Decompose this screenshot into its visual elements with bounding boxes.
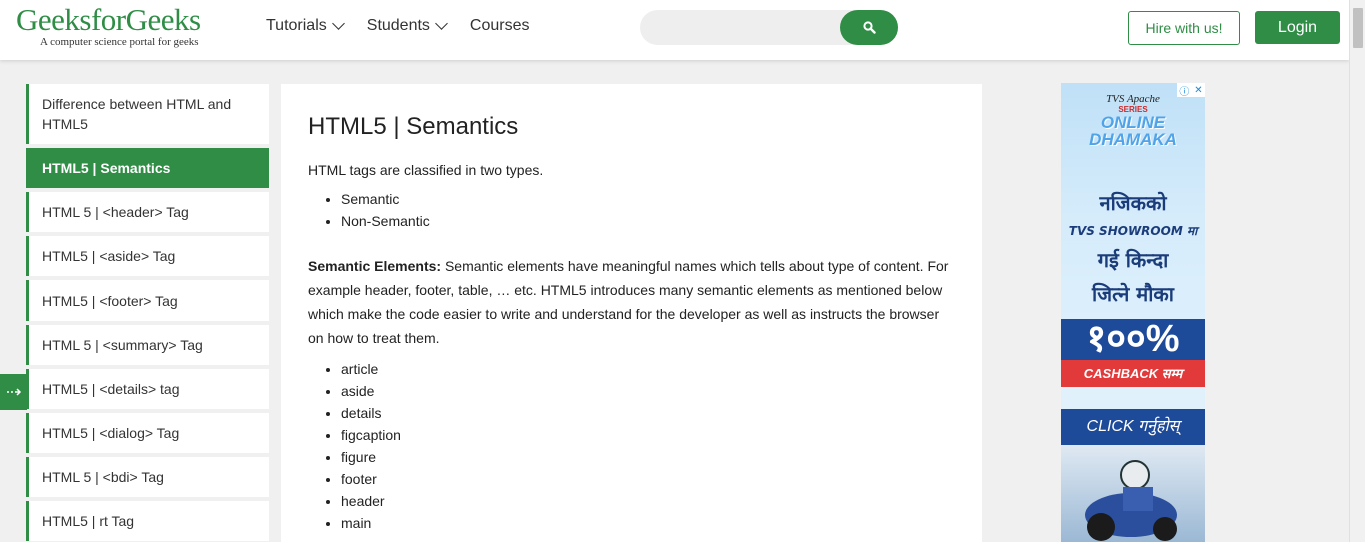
top-header: GeeksforGeeks A computer science portal … [0, 0, 1349, 60]
sidebar-item-bdi-tag[interactable]: HTML 5 | <bdi> Tag [26, 457, 269, 497]
list-item: details [341, 402, 955, 424]
list-item: footer [341, 468, 955, 490]
nav-tutorials-label: Tutorials [266, 17, 327, 34]
search-box [640, 10, 898, 45]
ad-header: TVS Apache SERIES ONLINE DHAMAKA [1061, 93, 1205, 148]
search-icon [862, 21, 876, 34]
page-title: HTML5 | Semantics [308, 113, 519, 140]
ad-motorcycle-image [1061, 445, 1205, 542]
sidebar-item-summary-tag[interactable]: HTML 5 | <summary> Tag [26, 325, 269, 365]
ad-text-1: नजिकको [1099, 191, 1167, 215]
sidebar-item-html-vs-html5[interactable]: Difference between HTML and HTML5 [26, 84, 269, 144]
chevron-down-icon [435, 17, 448, 30]
nav-students[interactable]: Students [366, 17, 448, 35]
site-logo[interactable]: GeeksforGeeks A computer science portal … [16, 3, 201, 49]
semantic-elements-paragraph: Semantic Elements: Semantic elements hav… [308, 254, 955, 350]
semantic-elements-list: article aside details figcaption figure … [341, 358, 955, 534]
list-item: Non-Semantic [341, 210, 955, 232]
article-content: HTML5 | Semantics HTML tags are classifi… [281, 84, 982, 542]
sidebar-item-dialog-tag[interactable]: HTML5 | <dialog> Tag [26, 413, 269, 453]
ad-brand: TVS Apache [1106, 93, 1160, 105]
list-item: Semantic [341, 188, 955, 210]
main-nav: Tutorials Students Courses [266, 17, 554, 35]
ad-dhamaka-text: DHAMAKA [1089, 130, 1177, 149]
list-item: article [341, 358, 955, 380]
nav-students-label: Students [366, 17, 430, 34]
sidebar-item-header-tag[interactable]: HTML 5 | <header> Tag [26, 192, 269, 232]
search-input[interactable] [640, 10, 835, 45]
nav-tutorials[interactable]: Tutorials [266, 17, 345, 35]
ad-online-text: ONLINE [1100, 113, 1166, 132]
semantic-elements-heading: Semantic Elements: [308, 258, 442, 274]
search-button[interactable] [840, 10, 898, 45]
list-item: main [341, 512, 955, 534]
ad-text-2: TVS SHOWROOM मा [1068, 224, 1198, 238]
sidebar-item-footer-tag[interactable]: HTML5 | <footer> Tag [26, 280, 269, 321]
chevron-down-icon [331, 17, 345, 30]
page-scrollbar[interactable] [1349, 0, 1365, 542]
article-sidebar: Difference between HTML and HTML5 HTML5 … [26, 84, 269, 542]
sidebar-item-rt-tag[interactable]: HTML5 | rt Tag [26, 501, 269, 541]
ad-cashback: CASHBACK सम्म [1061, 360, 1205, 387]
logo-tagline: A computer science portal for geeks [40, 36, 199, 48]
intro-text: HTML tags are classified in two types. [308, 162, 544, 178]
logo-title[interactable]: GeeksforGeeks [16, 3, 201, 37]
nav-courses[interactable]: Courses [470, 17, 530, 35]
ad-click-button[interactable]: CLICK गर्नुहोस् [1061, 409, 1205, 445]
sidebar-item-details-tag[interactable]: HTML5 | <details> tag [26, 369, 269, 409]
sidebar-item-aside-tag[interactable]: HTML5 | <aside> Tag [26, 236, 269, 276]
sidebar-item-html5-semantics[interactable]: HTML5 | Semantics [26, 148, 269, 188]
list-item: header [341, 490, 955, 512]
ad-percent: १००% [1061, 319, 1205, 360]
scrollbar-thumb[interactable] [1353, 8, 1363, 48]
arrow-right-icon [6, 388, 21, 396]
list-item: figure [341, 446, 955, 468]
sidebar-toggle-button[interactable] [0, 374, 27, 410]
login-button[interactable]: Login [1255, 11, 1340, 44]
hire-with-us-button[interactable]: Hire with us! [1128, 11, 1240, 45]
nav-courses-label: Courses [469, 17, 530, 34]
ad-text-3: गई किन्दा [1097, 248, 1169, 272]
ad-text-4: जित्ने मौका [1092, 282, 1174, 306]
tag-types-list: Semantic Non-Semantic [341, 188, 955, 232]
list-item: figcaption [341, 424, 955, 446]
list-item: aside [341, 380, 955, 402]
advertisement-banner[interactable]: ⓘ ✕ TVS Apache SERIES ONLINE DHAMAKA नजि… [1061, 83, 1205, 542]
